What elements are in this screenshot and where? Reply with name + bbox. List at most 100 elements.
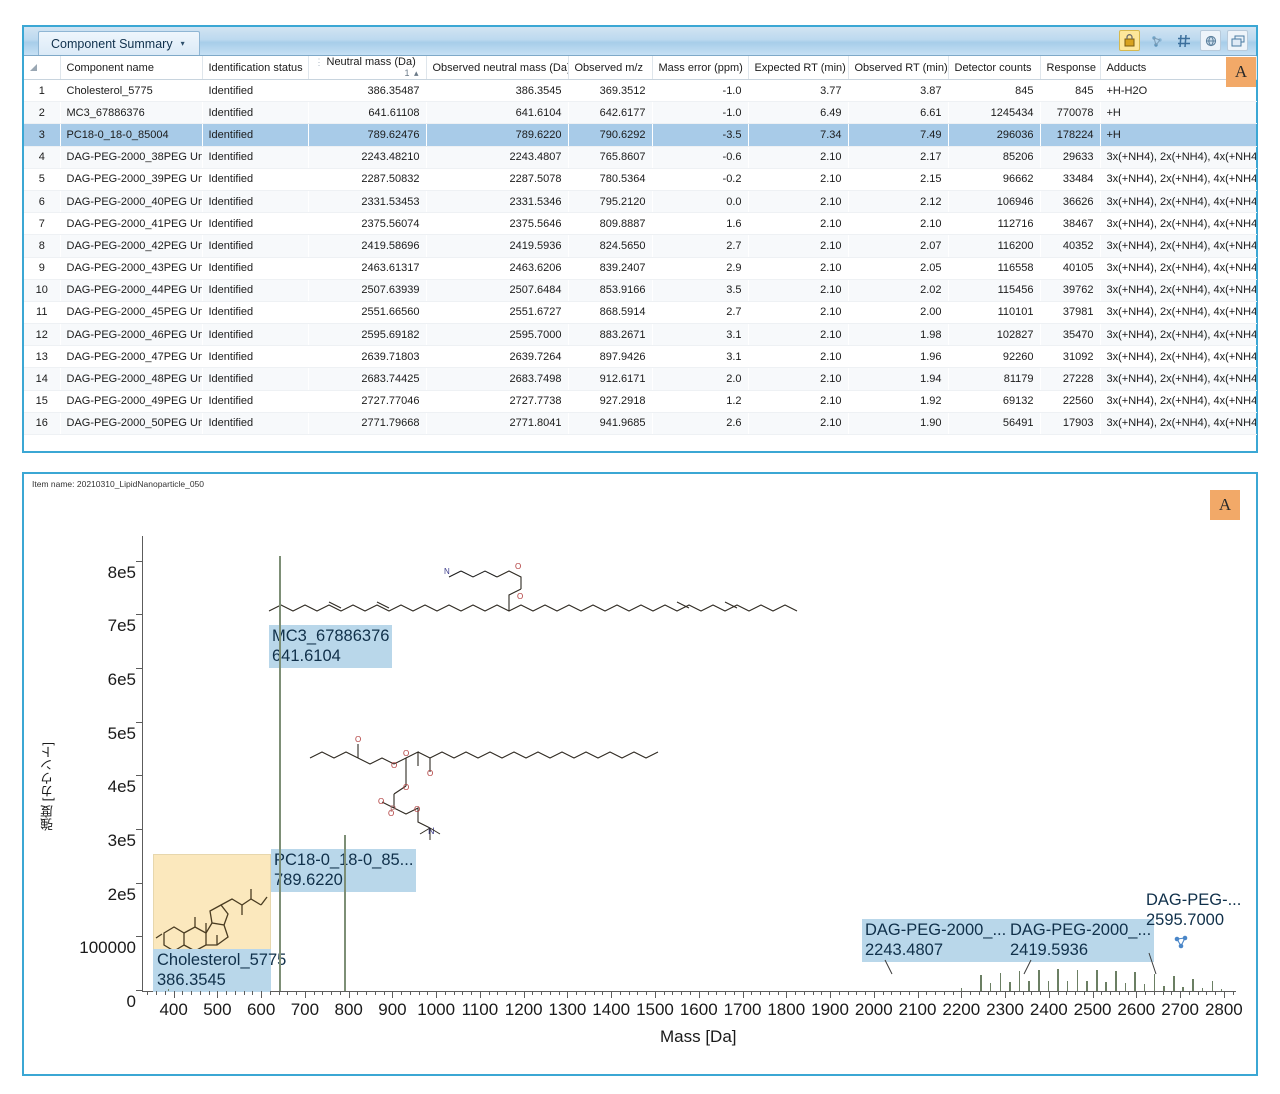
col-mass-error[interactable]: Mass error (ppm): [652, 56, 749, 80]
table-row[interactable]: 15 DAG-PEG-2000_49PEG Unit Identified 2727.…: [24, 390, 1256, 413]
col-observed-mz[interactable]: Observed m/z: [568, 56, 653, 80]
x-tick-mark-major: [392, 991, 394, 998]
cell-expected-rt: 2.10: [748, 212, 848, 236]
cell-observed-rt: 2.17: [848, 146, 948, 169]
cell-detector-counts: 1245434: [948, 101, 1040, 125]
table-row[interactable]: 2 MC3_67886376 Identified 641.61108 641.6104…: [24, 101, 1256, 125]
cell-component-name: DAG-PEG-2000_45PEG Unit: [60, 301, 202, 325]
table-row[interactable]: 10 DAG-PEG-2000_44PEG Unit Identified 2507.…: [24, 279, 1256, 302]
tab-component-summary[interactable]: Component Summary ▾: [38, 31, 200, 55]
x-tick-mark-major: [173, 991, 175, 998]
x-tick-mark-major: [961, 991, 963, 998]
cell-observed-neutral-mass: 2551.6727: [426, 301, 568, 325]
x-tick-mark-minor: [768, 991, 770, 995]
tab-label: Component Summary: [51, 36, 173, 51]
x-tick-mark-minor: [891, 991, 893, 995]
x-tick-mark-minor: [1206, 991, 1208, 995]
col-neutral-mass[interactable]: ⋮ Neutral mass (Da) 1 ▴: [307, 56, 427, 80]
y-tick-mark: [136, 560, 143, 562]
column-grip-icon[interactable]: ⋮: [315, 57, 324, 67]
col-identification-status[interactable]: Identification status: [202, 56, 309, 80]
table-row[interactable]: 9 DAG-PEG-2000_43PEG Unit Identified 2463.6…: [24, 257, 1256, 280]
table-row[interactable]: 16 DAG-PEG-2000_50PEG Unit Identified 2771.…: [24, 412, 1256, 436]
label-leader-lines: [884, 952, 1157, 975]
x-tick-mark-minor: [663, 991, 665, 995]
spectrum-peak-minor: [1047, 980, 1050, 991]
x-tick-mark-minor: [541, 991, 543, 995]
x-tick-mark-major: [786, 991, 788, 998]
spectrum-peak-minor: [1105, 981, 1107, 991]
y-tick-mark: [136, 936, 143, 938]
cell-detector-counts: 92260: [948, 345, 1040, 369]
cell-observed-neutral-mass: 2683.7498: [426, 367, 568, 391]
table-row[interactable]: 13 DAG-PEG-2000_47PEG Unit Identified 2639.…: [24, 345, 1256, 369]
x-tick-mark-minor: [191, 991, 193, 995]
spectrum-peak: [1095, 969, 1098, 991]
table-row[interactable]: 11 DAG-PEG-2000_45PEG Unit Identified 2551.…: [24, 301, 1256, 325]
molecule-icon[interactable]: [1146, 30, 1167, 51]
table-row[interactable]: 1 Cholesterol_5775 Identified 386.35487 386.…: [24, 79, 1256, 103]
x-tick-mark-minor: [795, 991, 797, 995]
x-tick-mark-minor: [1040, 991, 1042, 995]
cell-component-name: MC3_67886376: [60, 101, 202, 125]
cell-adducts: 3x(+NH4), 2x(+NH4), 4x(+NH4): [1100, 168, 1256, 191]
cell-observed-mz: 780.5364: [568, 168, 652, 191]
cell-response: 22560: [1040, 390, 1100, 413]
cell-expected-rt: 2.10: [748, 168, 848, 191]
col-expected-rt[interactable]: Expected RT (min): [748, 56, 849, 80]
cell-mass-error: 3.1: [652, 323, 748, 347]
cell-observed-neutral-mass: 789.6220: [426, 123, 568, 147]
col-response[interactable]: Response: [1040, 56, 1101, 80]
x-tick-mark-minor: [777, 991, 779, 995]
x-tick-mark-minor: [1153, 991, 1155, 995]
sort-ascending-icon[interactable]: 1 ▴: [404, 68, 419, 79]
table-row[interactable]: 5 DAG-PEG-2000_39PEG Unit Identified 2287.5…: [24, 168, 1256, 191]
x-tick-mark-major: [1223, 991, 1225, 998]
spectrum-plot-area[interactable]: Cholesterol_5775 386.3545 N O O O O O O …: [79, 536, 1243, 1019]
table-row[interactable]: 7 DAG-PEG-2000_41PEG Unit Identified 2375.5…: [24, 212, 1256, 236]
x-tick-label: 700: [290, 1000, 320, 1019]
globe-icon[interactable]: [1200, 30, 1221, 51]
x-tick-mark-minor: [471, 991, 473, 995]
cell-response: 29633: [1040, 146, 1100, 169]
cell-mass-error: 0.0: [652, 190, 748, 214]
table-row[interactable]: 3 PC18-0_18-0_85004 Identified 789.62476 789…: [24, 123, 1256, 147]
x-tick-label: 1000: [417, 1000, 456, 1019]
y-axis-title: 強度 [カウント]: [40, 742, 55, 831]
col-component-name[interactable]: Component name: [60, 56, 203, 80]
cell-observed-rt: 1.98: [848, 323, 948, 347]
cell-identification-status: Identified: [202, 190, 308, 214]
table-row[interactable]: 6 DAG-PEG-2000_40PEG Unit Identified 2331.5…: [24, 190, 1256, 214]
x-tick-mark-minor: [287, 991, 289, 995]
x-tick-label: 600: [246, 1000, 276, 1019]
col-observed-neutral-mass[interactable]: Observed neutral mass (Da): [426, 56, 569, 80]
cell-observed-mz: 790.6292: [568, 123, 652, 147]
cell-observed-neutral-mass: 2419.5936: [426, 234, 568, 258]
select-all-corner[interactable]: [24, 56, 61, 80]
cell-response: 31092: [1040, 345, 1100, 369]
chevron-down-icon[interactable]: ▾: [181, 39, 185, 48]
table-row[interactable]: 12 DAG-PEG-2000_46PEG Unit Identified 2595.…: [24, 323, 1256, 347]
table-row[interactable]: 4 DAG-PEG-2000_38PEG Unit Identified 2243.4…: [24, 146, 1256, 169]
x-tick-mark-minor: [252, 991, 254, 995]
restore-window-icon[interactable]: [1227, 30, 1248, 51]
table-row[interactable]: 14 DAG-PEG-2000_48PEG Unit Identified 2683.…: [24, 367, 1256, 391]
table-row[interactable]: 8 DAG-PEG-2000_42PEG Unit Identified 2419.5…: [24, 234, 1256, 258]
cell-observed-mz: 369.3512: [568, 79, 652, 103]
col-detector-counts[interactable]: Detector counts: [948, 56, 1041, 80]
x-tick-mark-minor: [453, 991, 455, 995]
spectrum-peak: [1115, 970, 1117, 991]
x-tick-mark-minor: [812, 991, 814, 995]
x-tick-mark-major: [1005, 991, 1007, 998]
x-tick-mark-minor: [1118, 991, 1120, 995]
component-summary-table[interactable]: Component name Identification status ⋮ Ne…: [24, 56, 1257, 436]
x-tick-mark-minor: [908, 991, 910, 995]
cell-observed-rt: 2.15: [848, 168, 948, 191]
x-tick-mark-minor: [952, 991, 954, 995]
x-tick-mark-minor: [584, 991, 586, 995]
x-tick-mark-minor: [593, 991, 595, 995]
lock-icon[interactable]: [1119, 30, 1140, 51]
col-observed-rt[interactable]: Observed RT (min): [848, 56, 949, 80]
hash-icon[interactable]: [1173, 30, 1194, 51]
cell-component-name: DAG-PEG-2000_44PEG Unit: [60, 279, 202, 302]
